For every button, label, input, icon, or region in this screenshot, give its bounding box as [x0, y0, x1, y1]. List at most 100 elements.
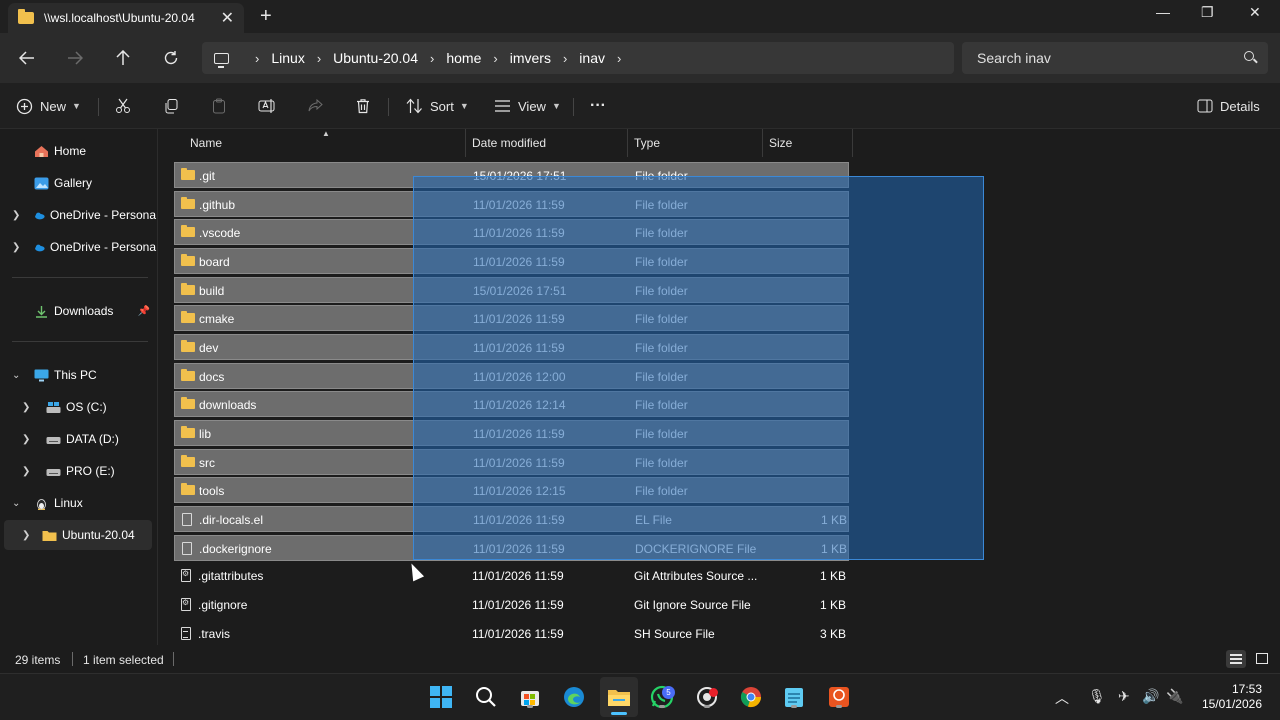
file-row[interactable]: src 11/01/2026 11:59 File folder	[174, 448, 849, 475]
minimize-button[interactable]: —	[1156, 4, 1170, 20]
taskbar-ubuntu[interactable]	[826, 684, 852, 710]
file-row[interactable]: .dir-locals.el 11/01/2026 11:59 EL File 1 K…	[174, 506, 849, 533]
sidebar-item-downloads[interactable]: Downloads 📌	[0, 296, 156, 326]
taskbar-store[interactable]	[517, 684, 543, 710]
sidebar-item-home[interactable]: Home	[0, 136, 156, 166]
chevron-down-icon[interactable]: ⌄	[12, 498, 20, 509]
details-view-button[interactable]	[1226, 650, 1246, 668]
file-row[interactable]: .github 11/01/2026 11:59 File folder	[174, 190, 849, 217]
chevron-right-icon[interactable]: ❯	[22, 530, 30, 541]
taskbar-file-explorer[interactable]	[600, 677, 638, 717]
folder-icon	[181, 426, 195, 439]
taskbar-notepad[interactable]	[781, 684, 807, 710]
details-button[interactable]: Details	[1197, 95, 1260, 117]
more-options-button[interactable]: ···	[590, 95, 606, 117]
file-row[interactable]: .vscode 11/01/2026 11:59 File folder	[174, 219, 849, 246]
column-resize-handle[interactable]	[627, 129, 628, 157]
file-row[interactable]: downloads 11/01/2026 12:14 File folder	[174, 391, 849, 418]
file-row[interactable]: lib 11/01/2026 11:59 File folder	[174, 420, 849, 447]
start-button[interactable]	[428, 684, 454, 710]
column-resize-handle[interactable]	[852, 129, 853, 157]
rename-button[interactable]	[258, 95, 276, 117]
column-header-type[interactable]: Type	[634, 129, 660, 157]
volume-icon[interactable]: 🔊	[1142, 688, 1159, 705]
show-hidden-icons-button[interactable]: ︿	[1055, 688, 1069, 708]
refresh-button[interactable]	[158, 45, 184, 71]
file-row[interactable]: dev 11/01/2026 11:59 File folder	[174, 334, 849, 361]
chevron-right-icon[interactable]: ❯	[22, 434, 30, 445]
chevron-down-icon[interactable]: ⌄	[12, 370, 20, 381]
running-indicator	[527, 705, 533, 708]
sidebar-item-gallery[interactable]: Gallery	[0, 168, 156, 198]
file-row[interactable]: docs 11/01/2026 12:00 File folder	[174, 362, 849, 389]
breadcrumb-home[interactable]: home	[446, 50, 481, 66]
chevron-right-icon[interactable]: ❯	[22, 402, 30, 413]
sidebar-item-drive-c[interactable]: ❯ OS (C:)	[0, 392, 156, 422]
file-row[interactable]: .gitattributes 11/01/2026 11:59 Git Attrib…	[174, 563, 849, 589]
chevron-right-icon[interactable]: ❯	[12, 242, 20, 253]
sidebar-item-label: PRO (E:)	[66, 464, 115, 478]
file-row[interactable]: .git 15/01/2026 17:51 File folder	[174, 162, 849, 188]
file-row[interactable]: build 15/01/2026 17:51 File folder	[174, 276, 849, 303]
chevron-right-icon[interactable]: ›	[617, 51, 621, 66]
column-resize-handle[interactable]	[465, 129, 466, 157]
file-row[interactable]: .gitignore 11/01/2026 11:59 Git Ignore Sou…	[174, 592, 849, 618]
tiles-view-button[interactable]	[1252, 650, 1272, 668]
new-button[interactable]: New ▼	[16, 95, 81, 117]
address-bar[interactable]: › Linux › Ubuntu-20.04 › home › imvers ›…	[202, 42, 954, 74]
maximize-button[interactable]: ❐	[1201, 4, 1214, 21]
chevron-right-icon[interactable]: ›	[430, 51, 434, 66]
file-row[interactable]: cmake 11/01/2026 11:59 File folder	[174, 305, 849, 332]
breadcrumb-ubuntu[interactable]: Ubuntu-20.04	[333, 50, 418, 66]
view-button[interactable]: View ▼	[494, 95, 561, 117]
taskbar-whatsapp[interactable]: 5	[649, 684, 675, 710]
file-row[interactable]: board 11/01/2026 11:59 File folder	[174, 248, 849, 274]
sidebar-item-drive-d[interactable]: ❯ DATA (D:)	[0, 424, 156, 454]
delete-button[interactable]	[355, 95, 371, 117]
sidebar-item-linux[interactable]: ⌄ Linux	[0, 488, 156, 518]
close-window-button[interactable]: ✕	[1249, 4, 1261, 21]
tab-active[interactable]: \\wsl.localhost\Ubuntu-20.04 ✕	[8, 3, 244, 33]
forward-button[interactable]	[62, 45, 88, 71]
column-resize-handle[interactable]	[762, 129, 763, 157]
paste-button[interactable]	[211, 95, 227, 117]
microphone-icon[interactable]: 🎙	[1088, 688, 1106, 705]
column-header-date[interactable]: Date modified	[472, 129, 546, 157]
breadcrumb-inav[interactable]: inav	[579, 50, 605, 66]
cut-button[interactable]	[115, 95, 131, 117]
file-row[interactable]: tools 11/01/2026 12:15 File folder	[174, 477, 849, 504]
sort-button[interactable]: Sort ▼	[406, 95, 469, 117]
breadcrumb-linux[interactable]: Linux	[271, 50, 304, 66]
column-header-size[interactable]: Size	[769, 129, 792, 157]
copy-button[interactable]	[163, 95, 179, 117]
clock[interactable]: 17:53 15/01/2026	[1202, 682, 1262, 712]
chevron-right-icon[interactable]: ❯	[12, 210, 20, 221]
sidebar-item-onedrive-1[interactable]: ❯ OneDrive - Persona	[0, 200, 156, 230]
back-button[interactable]	[14, 45, 40, 71]
taskbar-search-button[interactable]	[473, 684, 499, 710]
rename-icon	[258, 99, 275, 113]
up-button[interactable]	[110, 45, 136, 71]
file-row[interactable]: .travis 11/01/2026 11:59 SH Source File 3 K…	[174, 621, 849, 645]
breadcrumb-imvers[interactable]: imvers	[510, 50, 551, 66]
chevron-right-icon[interactable]: ›	[493, 51, 497, 66]
drive-icon	[46, 468, 61, 476]
chevron-right-icon[interactable]: ›	[317, 51, 321, 66]
sidebar-item-onedrive-2[interactable]: ❯ OneDrive - Persona	[0, 232, 156, 262]
taskbar-chrome[interactable]	[738, 684, 764, 710]
column-header-name[interactable]: Name	[190, 129, 222, 157]
taskbar-edge[interactable]	[561, 684, 587, 710]
sidebar-item-this-pc[interactable]: ⌄ This PC	[0, 360, 156, 390]
new-tab-button[interactable]: +	[260, 5, 272, 28]
taskbar-app-chat[interactable]	[694, 684, 720, 710]
close-tab-icon[interactable]: ✕	[221, 8, 234, 28]
file-row[interactable]: .dockerignore 11/01/2026 11:59 DOCKERIGNOR…	[174, 534, 849, 561]
chevron-right-icon[interactable]: ›	[563, 51, 567, 66]
search-input[interactable]: Search inav	[962, 42, 1268, 74]
sidebar-item-ubuntu[interactable]: ❯ Ubuntu-20.04	[4, 520, 152, 550]
battery-icon[interactable]: 🔌	[1166, 688, 1183, 705]
airplane-mode-icon[interactable]: ✈	[1118, 688, 1130, 705]
sidebar-item-drive-e[interactable]: ❯ PRO (E:)	[0, 456, 156, 486]
chevron-right-icon[interactable]: ❯	[22, 466, 30, 477]
share-button[interactable]	[307, 95, 323, 117]
